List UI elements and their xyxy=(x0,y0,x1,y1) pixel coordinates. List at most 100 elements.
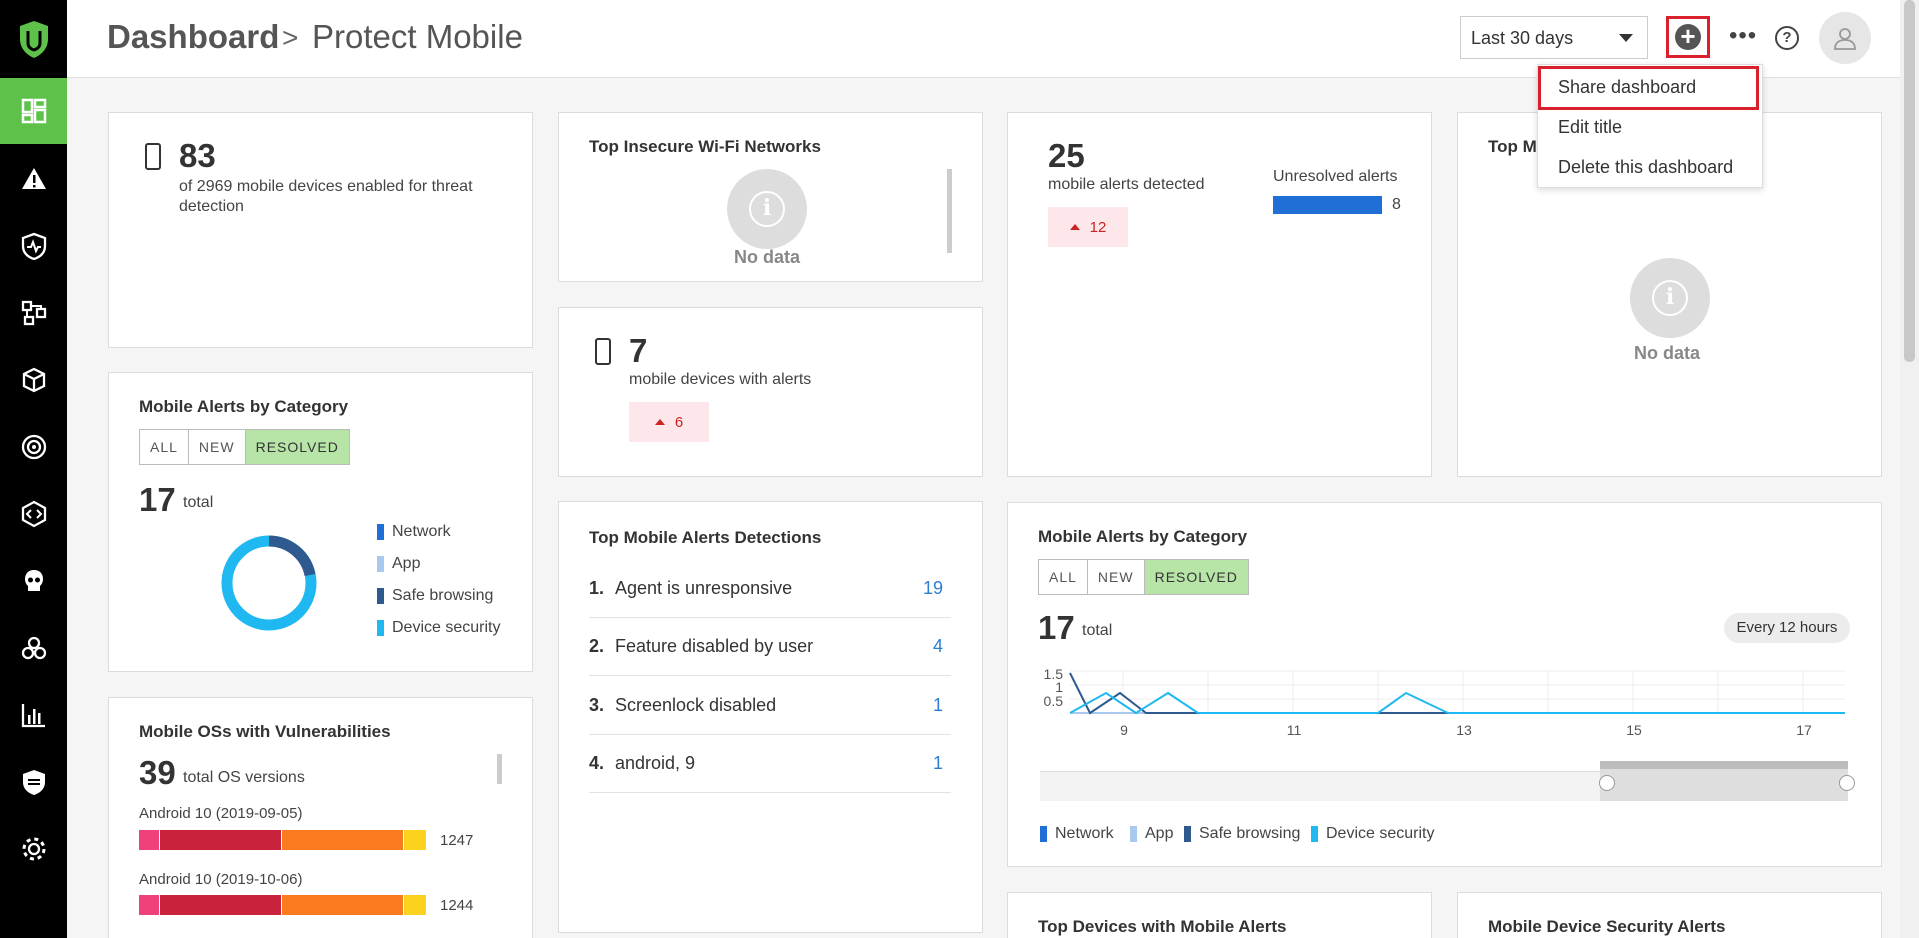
x-tick: 11 xyxy=(1287,722,1302,738)
interval-badge[interactable]: Every 12 hours xyxy=(1724,613,1850,643)
category-big-tabs: ALL NEW RESOLVED xyxy=(1038,559,1249,595)
list-item[interactable]: 3. Screenlock disabled 1 xyxy=(589,677,951,735)
os-bar-segment xyxy=(404,830,426,850)
trend-value: 12 xyxy=(1089,218,1107,236)
list-item[interactable]: 2. Feature disabled by user 4 xyxy=(589,618,951,676)
sidebar-item-network[interactable] xyxy=(0,280,67,346)
legend-app: App xyxy=(377,555,420,573)
page-scrollbar[interactable] xyxy=(1900,0,1919,938)
alerts-text: mobile alerts detected xyxy=(1048,176,1205,193)
cube-icon xyxy=(22,367,45,393)
series-safe-browsing-line xyxy=(1069,672,1845,715)
legend-label: App xyxy=(392,555,421,572)
row-number: 4. xyxy=(589,753,605,773)
tab-new[interactable]: NEW xyxy=(1088,560,1145,594)
tab-all[interactable]: ALL xyxy=(140,430,189,464)
tab-all[interactable]: ALL xyxy=(1039,560,1088,594)
legend-swatch xyxy=(377,620,384,636)
category-big-title: Mobile Alerts by Category xyxy=(1038,527,1248,546)
user-icon xyxy=(1834,28,1856,50)
target-icon xyxy=(21,434,46,460)
more-options-button[interactable]: ••• xyxy=(1729,22,1757,50)
code-shield-icon xyxy=(21,500,46,528)
detections-title: Top Mobile Alerts Detections xyxy=(589,528,822,547)
os-bar-segment xyxy=(160,830,281,850)
range-handle-right[interactable] xyxy=(1839,775,1855,791)
date-range-value: Last 30 days xyxy=(1471,28,1574,48)
legend-device-security: Device security xyxy=(1311,825,1434,843)
alert-devices-trend: 6 xyxy=(629,402,709,442)
category-small-title: Mobile Alerts by Category xyxy=(139,397,349,416)
menu-item-share-dashboard[interactable]: Share dashboard xyxy=(1558,77,1696,98)
tab-resolved[interactable]: RESOLVED xyxy=(1144,560,1248,594)
sidebar-item-policies[interactable] xyxy=(0,749,67,815)
legend-swatch xyxy=(1311,826,1318,842)
add-button[interactable]: + xyxy=(1666,16,1710,58)
chevron-down-icon xyxy=(1619,34,1633,42)
sidebar-item-alerts[interactable] xyxy=(0,146,67,212)
top-devices-title: Top Devices with Mobile Alerts xyxy=(1038,917,1287,936)
sidebar-item-integrations[interactable] xyxy=(0,615,67,681)
category-line-chart: 1.5 1 0.5 9 11 13 15 17 xyxy=(1044,666,1845,738)
info-icon: i xyxy=(1630,258,1710,338)
gear-icon xyxy=(22,837,45,861)
row-count[interactable]: 1 xyxy=(933,753,943,774)
row-number: 1. xyxy=(589,578,605,598)
row-count[interactable]: 4 xyxy=(933,636,943,657)
tab-resolved[interactable]: RESOLVED xyxy=(245,430,349,464)
unresolved-value: 8 xyxy=(1392,196,1401,213)
page-title: Protect Mobile xyxy=(312,18,523,55)
info-icon: i xyxy=(727,169,807,249)
legend-swatch xyxy=(377,556,384,572)
series-device-security-line xyxy=(1069,691,1845,715)
add-dropdown-menu: Share dashboard Edit title Delete this d… xyxy=(1537,64,1763,188)
phone-icon xyxy=(595,338,611,365)
wifi-scrollbar[interactable] xyxy=(947,169,952,253)
range-scrollbar[interactable] xyxy=(1600,761,1848,769)
os-bar-segment xyxy=(139,895,159,915)
os-row-label: Android 10 (2019-09-05) xyxy=(139,805,303,822)
warning-icon xyxy=(21,168,46,189)
page-scroll-thumb[interactable] xyxy=(1904,0,1915,362)
menu-item-edit-title[interactable]: Edit title xyxy=(1558,117,1622,138)
legend-swatch xyxy=(1130,826,1137,842)
help-icon[interactable]: ? xyxy=(1775,26,1799,50)
row-count[interactable]: 19 xyxy=(923,578,943,599)
security-alerts-title: Mobile Device Security Alerts xyxy=(1488,917,1726,936)
sidebar-item-protection[interactable] xyxy=(0,213,67,279)
logo-shield-icon[interactable] xyxy=(0,0,67,77)
wifi-no-data: No data xyxy=(734,247,801,267)
os-scrollbar[interactable] xyxy=(497,754,502,784)
menu-item-delete-dashboard[interactable]: Delete this dashboard xyxy=(1558,157,1733,178)
legend-device-security: Device security xyxy=(377,619,500,637)
sidebar-item-packages[interactable] xyxy=(0,347,67,413)
legend-label: Network xyxy=(1055,825,1114,842)
sidebar-item-settings[interactable] xyxy=(0,816,67,882)
row-label: Screenlock disabled xyxy=(615,695,777,715)
range-handle-left[interactable] xyxy=(1599,775,1615,791)
avatar[interactable] xyxy=(1819,12,1871,64)
row-label: Feature disabled by user xyxy=(615,636,814,656)
alert-devices-card: 7 mobile devices with alerts 6 xyxy=(558,307,983,477)
category-small-total: 17 xyxy=(139,481,176,518)
legend-swatch xyxy=(1184,826,1191,842)
row-count[interactable]: 1 xyxy=(933,695,943,716)
legend-safe-browsing: Safe browsing xyxy=(377,587,493,605)
phone-icon xyxy=(145,143,161,170)
list-item[interactable]: 1. Agent is unresponsive 19 xyxy=(589,560,951,618)
date-range-select[interactable]: Last 30 days xyxy=(1460,16,1648,59)
breadcrumb-dashboard[interactable]: Dashboard xyxy=(107,18,279,56)
list-item[interactable]: 4. android, 9 1 xyxy=(589,735,951,793)
biohazard-icon xyxy=(21,636,46,660)
bar-chart-icon xyxy=(21,704,45,728)
sidebar-item-dashboard[interactable] xyxy=(0,78,67,144)
sidebar-item-threats[interactable] xyxy=(0,548,67,614)
sidebar-item-target[interactable] xyxy=(0,414,67,480)
legend-safe-browsing: Safe browsing xyxy=(1184,825,1300,843)
chart-range-selection[interactable] xyxy=(1600,761,1848,801)
os-vulnerabilities-card: Mobile OSs with Vulnerabilities 39 total… xyxy=(108,697,533,938)
os-total-label: total OS versions xyxy=(183,769,305,786)
tab-new[interactable]: NEW xyxy=(189,430,246,464)
sidebar-item-reports[interactable] xyxy=(0,682,67,748)
sidebar-item-code[interactable] xyxy=(0,481,67,547)
